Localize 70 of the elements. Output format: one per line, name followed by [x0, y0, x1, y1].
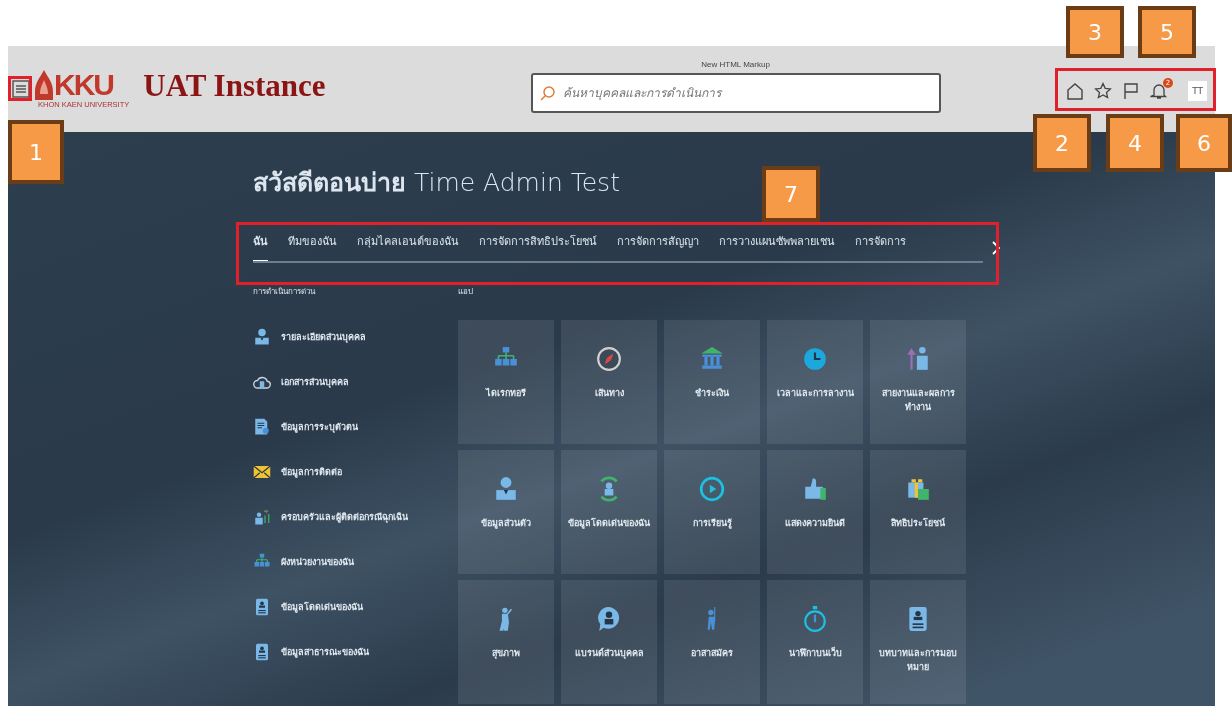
envelope-icon — [253, 463, 271, 481]
quick-action-link[interactable]: ข้อมูลสาธารณะของฉัน — [253, 643, 458, 661]
app-tile[interactable]: นาฬิกาบนเว็บ — [767, 580, 863, 704]
greeting-heading: สวัสดีตอนบ่าย Time Admin Test — [253, 167, 620, 199]
flag-icon[interactable] — [1122, 82, 1141, 100]
bank-icon — [699, 346, 725, 372]
callout-number: 5 — [1138, 6, 1196, 58]
search-caption: New HTML Markup — [701, 59, 770, 69]
star-icon[interactable] — [1094, 82, 1113, 100]
bell-icon[interactable] — [1150, 82, 1169, 100]
callout-number: 3 — [1066, 6, 1124, 58]
annotation-frame — [8, 76, 32, 101]
app-tile[interactable]: แสดงความยินดี — [767, 450, 863, 574]
app-tile[interactable]: สิทธิประโยชน์ — [870, 450, 966, 574]
tab[interactable]: การจัดการ — [855, 232, 906, 261]
person-icon — [253, 328, 271, 346]
quick-action-link[interactable]: ผังหน่วยงานของฉัน — [253, 553, 458, 571]
app-tile[interactable]: อาสาสมัคร — [664, 580, 760, 704]
app-tile[interactable]: ไดเรกทอรี — [458, 320, 554, 444]
clock-icon — [802, 346, 828, 372]
quick-action-link[interactable]: ข้อมูลการติดต่อ — [253, 463, 458, 481]
section-heading: การดำเนินการด่วน — [253, 286, 317, 298]
person-icon — [493, 476, 519, 502]
app-tile[interactable]: การเรียนรู้ — [664, 450, 760, 574]
compass-icon — [596, 346, 622, 372]
callout-number: 2 — [1033, 114, 1091, 172]
person-arrow-icon — [905, 346, 931, 372]
callout-number: 6 — [1176, 114, 1232, 172]
tab[interactable]: ฉัน — [253, 232, 268, 261]
logo-wordmark: KKU — [54, 69, 113, 100]
app-title: UAT Instance — [143, 68, 326, 104]
app-tile[interactable]: ข้อมูลโดดเด่นของฉัน — [561, 450, 657, 574]
search-icon — [539, 84, 556, 101]
gift-icon — [905, 476, 931, 502]
play-icon — [699, 476, 725, 502]
app-tile[interactable]: ชำระเงิน — [664, 320, 760, 444]
tab[interactable]: ทีมของฉัน — [288, 232, 337, 261]
thumbs-up-icon — [802, 476, 828, 502]
people-icon — [253, 508, 271, 526]
quick-action-link[interactable]: เอกสารส่วนบุคคล — [253, 373, 458, 391]
callout-number: 7 — [762, 166, 820, 222]
tab[interactable]: การจัดการสัญญา — [617, 232, 699, 261]
chat-person-icon — [596, 606, 622, 632]
quick-action-link[interactable]: รายละเอียดส่วนบุคคล — [253, 328, 458, 346]
menu-icon[interactable] — [12, 80, 30, 98]
id-card-icon — [253, 598, 271, 616]
quick-action-link[interactable]: ข้อมูลการระบุตัวตน — [253, 418, 458, 436]
id-card-icon — [253, 643, 271, 661]
app-tile[interactable]: แบรนด์ส่วนบุคคล — [561, 580, 657, 704]
home-icon[interactable] — [1066, 82, 1085, 100]
document-icon — [253, 418, 271, 436]
app-tile[interactable]: ข้อมูลส่วนตัว — [458, 450, 554, 574]
tab[interactable]: กลุ่มไคลเอนต์ของฉัน — [357, 232, 459, 261]
flame-logo-icon — [34, 69, 54, 100]
app-tile[interactable]: เส้นทาง — [561, 320, 657, 444]
quick-action-link[interactable]: ข้อมูลโดดเด่นของฉัน — [253, 598, 458, 616]
app-tile[interactable]: บทบาทและการมอบหมาย — [870, 580, 966, 704]
quick-action-link[interactable]: ครอบครัวและผู้ติดต่อกรณีฉุกเฉิน — [253, 508, 458, 526]
app-tile[interactable]: สายงานและผลการทำงาน — [870, 320, 966, 444]
section-heading: แอป — [458, 286, 474, 298]
app-tile[interactable]: เวลาและการลางาน — [767, 320, 863, 444]
tab[interactable]: การวางแผนซัพพลายเชน — [719, 232, 835, 261]
user-avatar[interactable]: TT — [1188, 81, 1207, 101]
callout-number: 4 — [1106, 114, 1164, 172]
callout-number: 1 — [8, 120, 64, 184]
tab[interactable]: การจัดการสิทธิประโยชน์ — [479, 232, 597, 261]
app-tile[interactable]: สุขภาพ — [458, 580, 554, 704]
search-field[interactable]: ค้นหาบุคคลและการดำเนินการ — [530, 72, 941, 113]
stopwatch-icon — [802, 606, 828, 632]
chevron-right-icon[interactable] — [991, 240, 1001, 255]
